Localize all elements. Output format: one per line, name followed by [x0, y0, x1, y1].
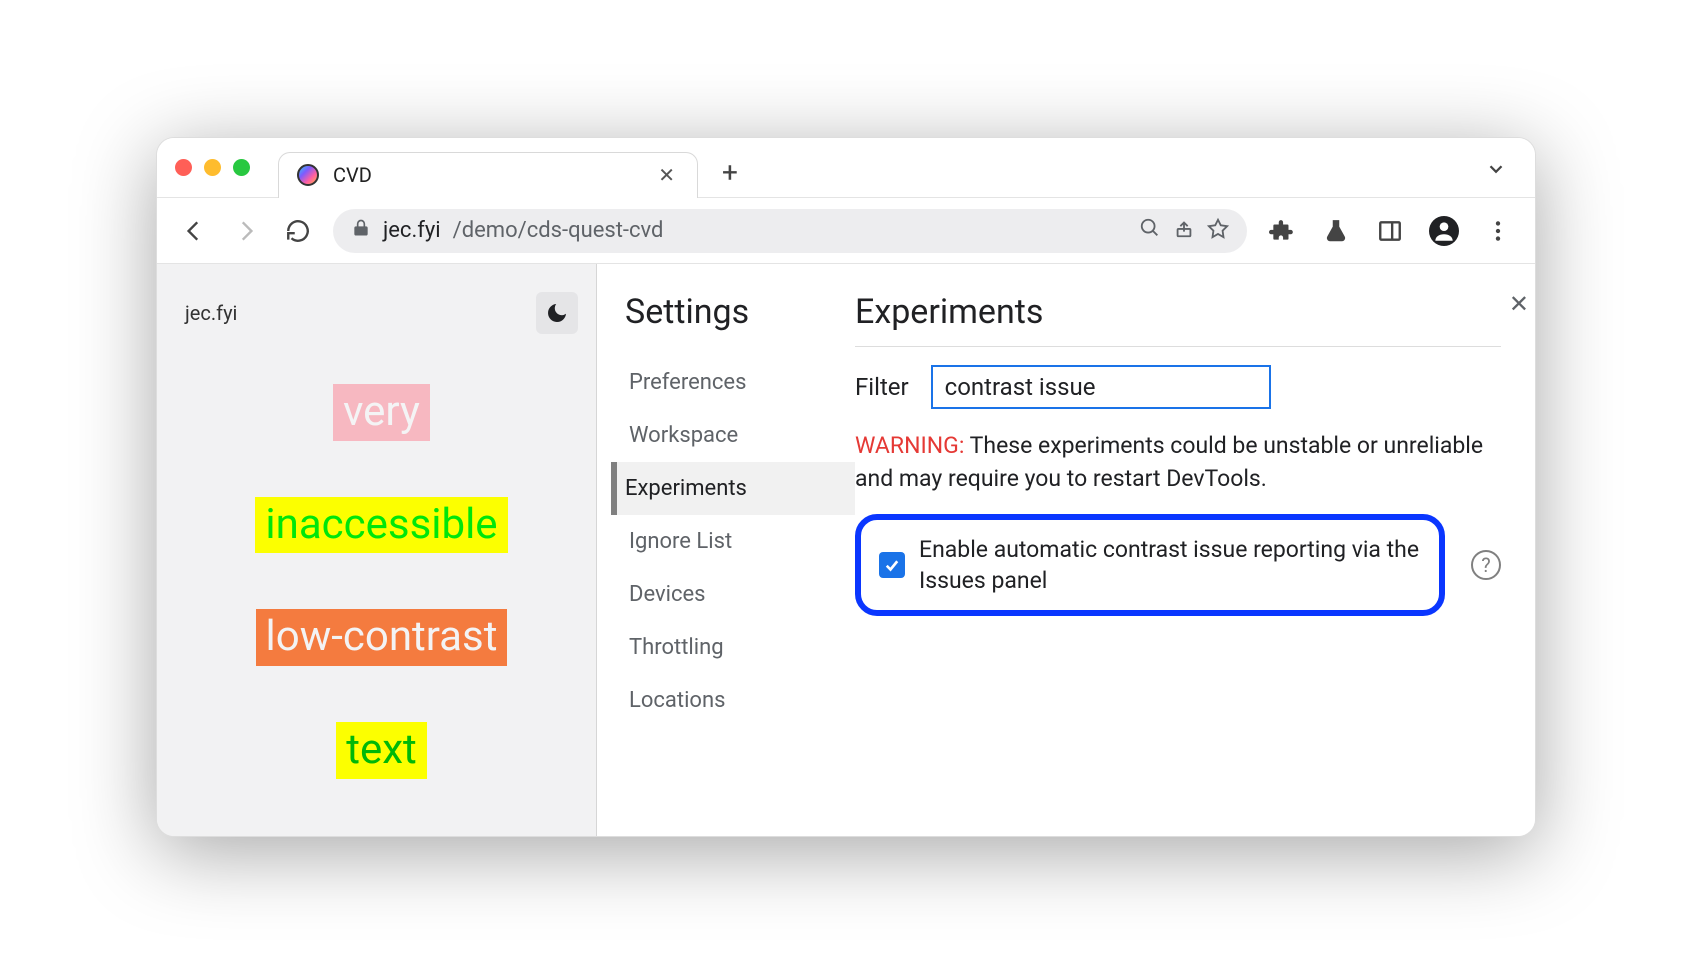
sidepanel-icon[interactable] [1373, 214, 1407, 248]
back-button[interactable] [177, 214, 211, 248]
labs-icon[interactable] [1319, 214, 1353, 248]
settings-item-throttling[interactable]: Throttling [625, 621, 855, 674]
address-bar[interactable]: jec.fyi/demo/cds-quest-cvd [333, 209, 1247, 253]
page-viewport: jec.fyi very inaccessible low-contrast t… [157, 264, 597, 836]
share-icon[interactable] [1173, 217, 1195, 245]
help-icon[interactable]: ? [1471, 550, 1501, 580]
devtools-settings: Settings Preferences Workspace Experimen… [597, 264, 1535, 836]
close-window-button[interactable] [175, 159, 192, 176]
lock-icon [351, 218, 371, 244]
check-icon [883, 556, 901, 574]
window-controls [175, 159, 250, 176]
experiment-label: Enable automatic contrast issue reportin… [919, 534, 1421, 596]
bookmark-star-icon[interactable] [1207, 217, 1229, 245]
forward-button[interactable] [229, 214, 263, 248]
tab-list-button[interactable] [1475, 152, 1517, 192]
settings-item-preferences[interactable]: Preferences [625, 356, 855, 409]
experiments-panel: ✕ Experiments Filter WARNING: These expe… [855, 264, 1535, 836]
kebab-menu-icon[interactable] [1481, 214, 1515, 248]
url-host: jec.fyi [383, 218, 441, 243]
zoom-icon[interactable] [1139, 217, 1161, 245]
content-row: jec.fyi very inaccessible low-contrast t… [157, 264, 1535, 836]
toolbar: jec.fyi/demo/cds-quest-cvd [157, 198, 1535, 264]
sample-word-1: very [333, 384, 430, 441]
browser-tab[interactable]: CVD ✕ [278, 152, 698, 198]
new-tab-button[interactable]: + [712, 150, 748, 195]
site-title: jec.fyi [185, 301, 237, 325]
settings-sidebar: Settings Preferences Workspace Experimen… [597, 264, 855, 836]
maximize-window-button[interactable] [233, 159, 250, 176]
settings-item-workspace[interactable]: Workspace [625, 409, 855, 462]
experiments-title: Experiments [855, 292, 1501, 332]
profile-avatar[interactable] [1427, 214, 1461, 248]
settings-list: Preferences Workspace Experiments Ignore… [625, 356, 855, 727]
close-settings-button[interactable]: ✕ [1509, 290, 1529, 318]
experiment-row: Enable automatic contrast issue reportin… [855, 514, 1501, 616]
warning-label: WARNING: [855, 432, 964, 459]
sample-word-4: text [336, 722, 427, 779]
favicon-icon [297, 164, 319, 186]
browser-window: CVD ✕ + jec.fyi/demo/cds-quest-cvd [156, 137, 1536, 837]
filter-row: Filter [855, 365, 1501, 409]
experiment-checkbox[interactable] [879, 552, 905, 578]
sample-word-3: low-contrast [256, 609, 508, 666]
filter-input[interactable] [931, 365, 1271, 409]
warning-text: WARNING: These experiments could be unst… [855, 429, 1501, 496]
reload-button[interactable] [281, 214, 315, 248]
extensions-icon[interactable] [1265, 214, 1299, 248]
minimize-window-button[interactable] [204, 159, 221, 176]
settings-item-ignore-list[interactable]: Ignore List [625, 515, 855, 568]
moon-icon [545, 301, 569, 325]
filter-label: Filter [855, 373, 909, 401]
settings-item-experiments[interactable]: Experiments [611, 462, 855, 515]
toolbar-right [1265, 214, 1515, 248]
titlebar: CVD ✕ + [157, 138, 1535, 198]
settings-item-locations[interactable]: Locations [625, 674, 855, 727]
sample-word-2: inaccessible [255, 497, 507, 554]
highlighted-experiment: Enable automatic contrast issue reportin… [855, 514, 1445, 616]
dark-mode-toggle[interactable] [536, 292, 578, 334]
tab-title: CVD [333, 163, 638, 187]
settings-title: Settings [625, 292, 855, 332]
divider [855, 346, 1501, 347]
tab-close-button[interactable]: ✕ [652, 161, 681, 189]
settings-item-devices[interactable]: Devices [625, 568, 855, 621]
url-path: /demo/cds-quest-cvd [453, 218, 664, 243]
